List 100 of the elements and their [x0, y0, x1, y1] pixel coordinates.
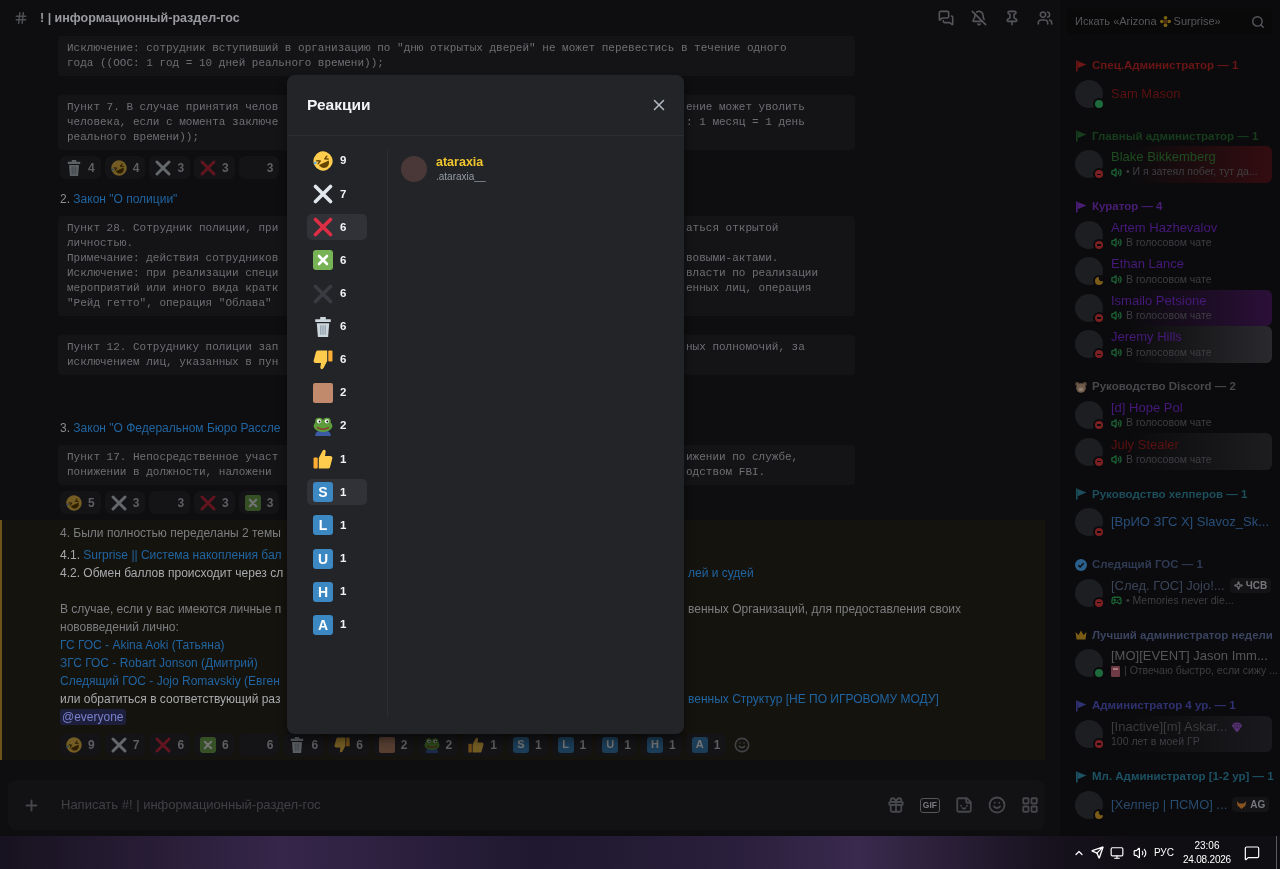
code-line: мероприятий или иного вида кратк — [67, 282, 279, 294]
role-group-title: Руководство Discord — 2 — [1092, 379, 1236, 395]
cross-icon — [155, 159, 172, 176]
reaction-filter[interactable]: L 1 — [307, 512, 367, 539]
reaction-button[interactable]: 6 — [194, 733, 235, 756]
reaction-filter[interactable]: 6 — [307, 214, 367, 241]
reaction-button[interactable]: 6 — [328, 733, 369, 756]
reaction-button[interactable]: 3 — [104, 491, 146, 514]
reaction-filter[interactable]: 6 — [307, 313, 367, 340]
avatar — [1075, 79, 1103, 108]
user-display-name[interactable]: ataraxia — [436, 155, 486, 170]
avatar — [1075, 293, 1103, 322]
mention[interactable]: @everyone — [60, 709, 126, 725]
language-indicator[interactable]: РУС — [1153, 845, 1174, 860]
reaction-button[interactable]: 4 — [60, 156, 101, 179]
reaction-button[interactable]: L 1 — [551, 733, 593, 756]
role-group-title: Администратор 4 ур. — 1 — [1092, 698, 1236, 714]
clock-time[interactable]: 23:06 — [1194, 838, 1220, 853]
member-name: Jeremy Hills — [1111, 329, 1182, 346]
gif-button[interactable]: GIF — [919, 797, 940, 813]
reaction-button[interactable]: 3 — [194, 156, 235, 179]
link[interactable]: ЗГС ГОС - Robart Jonson (Дмитрий) — [60, 656, 258, 670]
speaker-icon — [1111, 417, 1122, 429]
gift-icon[interactable] — [886, 796, 905, 814]
sticker-icon[interactable] — [955, 796, 973, 814]
reaction-button[interactable]: 6 — [149, 733, 191, 756]
link[interactable]: Следящий ГОС - Jojo Romavskiy (Евген — [60, 674, 280, 688]
avatar — [1075, 257, 1103, 286]
laughing-face-icon — [66, 736, 82, 753]
monitor-icon[interactable] — [1109, 845, 1124, 860]
reaction-button[interactable]: 7 — [104, 733, 146, 756]
reaction-button[interactable]: 2 — [372, 733, 414, 756]
member-name: [d] Hope Pol — [1111, 400, 1183, 417]
reaction-filter[interactable]: 7 — [307, 181, 367, 208]
paper-plane-icon[interactable] — [1090, 846, 1104, 859]
reaction-button[interactable]: 6 — [283, 733, 325, 756]
link[interactable]: Закон "О полиции" — [73, 192, 178, 206]
cross-icon — [200, 159, 217, 176]
search-field[interactable]: Искать «Arizona Surprise» — [1067, 9, 1272, 34]
reaction-filter[interactable]: S 1 — [307, 479, 367, 506]
reaction-button[interactable]: 3 — [149, 156, 191, 179]
pennant-icon — [1075, 699, 1087, 712]
letter-emoji: H — [313, 581, 333, 602]
reaction-filter[interactable]: 2 — [307, 379, 367, 406]
reaction-filter[interactable]: 6 — [307, 346, 367, 373]
speaker-icon — [1111, 454, 1122, 466]
reaction-filter[interactable]: 6 — [307, 280, 367, 307]
reaction-button[interactable]: 5 — [60, 491, 101, 514]
reaction-button[interactable]: 6 — [238, 733, 280, 756]
link[interactable]: Surprise || Система накопления бал — [83, 548, 282, 562]
reaction-button[interactable]: S 1 — [506, 733, 548, 756]
smiley-icon[interactable] — [988, 796, 1006, 814]
link[interactable]: лей и судей — [688, 566, 754, 580]
reaction-button[interactable]: H 1 — [640, 733, 682, 756]
avatar — [1075, 330, 1103, 359]
status-icon — [1093, 526, 1105, 539]
reaction-filter[interactable]: 9 — [307, 148, 367, 174]
frog-icon — [313, 416, 333, 436]
reaction-button[interactable]: 2 — [417, 733, 459, 756]
speaker-icon — [1111, 346, 1122, 358]
link[interactable]: Закон "О Федеральном Бюро Рассле — [73, 421, 281, 435]
reaction-filter[interactable]: A 1 — [307, 611, 367, 638]
member-name: July Stealer — [1111, 436, 1179, 453]
avatar — [1075, 220, 1103, 249]
message-text: В случае, если у вас имеются личные п — [60, 602, 282, 616]
reaction-button[interactable]: 3 — [194, 491, 235, 514]
code-line: Пункт 12. Сотруднику полиции зап — [67, 341, 279, 353]
reaction-button[interactable]: 1 — [462, 733, 503, 756]
cross-icon — [200, 494, 217, 511]
code-line: аться открытой — [686, 221, 779, 236]
reaction-filter[interactable]: H 1 — [307, 578, 367, 605]
thumbs-down-icon — [313, 349, 333, 370]
speaker-icon[interactable] — [1132, 845, 1147, 860]
apps-icon[interactable] — [1021, 796, 1039, 814]
letter-emoji: A — [691, 736, 708, 753]
username: .ataraxia__ — [436, 170, 486, 183]
pennant-icon — [1075, 59, 1087, 72]
code-line: года ((OOC: 1 год = 10 дней реального времени)); — [67, 57, 384, 69]
reaction-button[interactable]: A 1 — [685, 733, 727, 756]
photo-placeholder — [313, 382, 333, 403]
reaction-filter[interactable]: 1 — [307, 446, 367, 473]
link[interactable]: венных Структур [НЕ ПО ИГРОВОМУ МОДУ] — [688, 692, 939, 706]
reaction-filter[interactable]: 2 — [307, 413, 367, 439]
role-group-title: Руководство хелперов — 1 — [1092, 486, 1248, 502]
reaction-filter[interactable]: 6 — [307, 247, 367, 274]
clock-date[interactable]: 24.08.2026 — [1182, 852, 1231, 867]
reaction-button[interactable]: 3 — [149, 491, 191, 514]
code-line: понижении в должности, наложени — [67, 466, 272, 478]
reaction-filter[interactable]: U 1 — [307, 545, 367, 572]
reaction-button[interactable]: 9 — [60, 733, 101, 756]
link[interactable]: ГС ГОС - Akina Aoki (Татьяна) — [60, 638, 225, 652]
speech-bubble-icon[interactable] — [1244, 844, 1260, 861]
people-icon[interactable] — [1037, 10, 1053, 26]
muted-bell-icon[interactable] — [971, 10, 987, 26]
pin-icon[interactable] — [1004, 10, 1020, 26]
reaction-button[interactable]: 4 — [104, 156, 146, 179]
chat-bubbles-icon[interactable] — [938, 10, 954, 26]
reaction-button[interactable]: 3 — [238, 156, 280, 179]
reaction-button[interactable]: U 1 — [596, 733, 637, 756]
reaction-button[interactable]: 3 — [238, 491, 280, 514]
